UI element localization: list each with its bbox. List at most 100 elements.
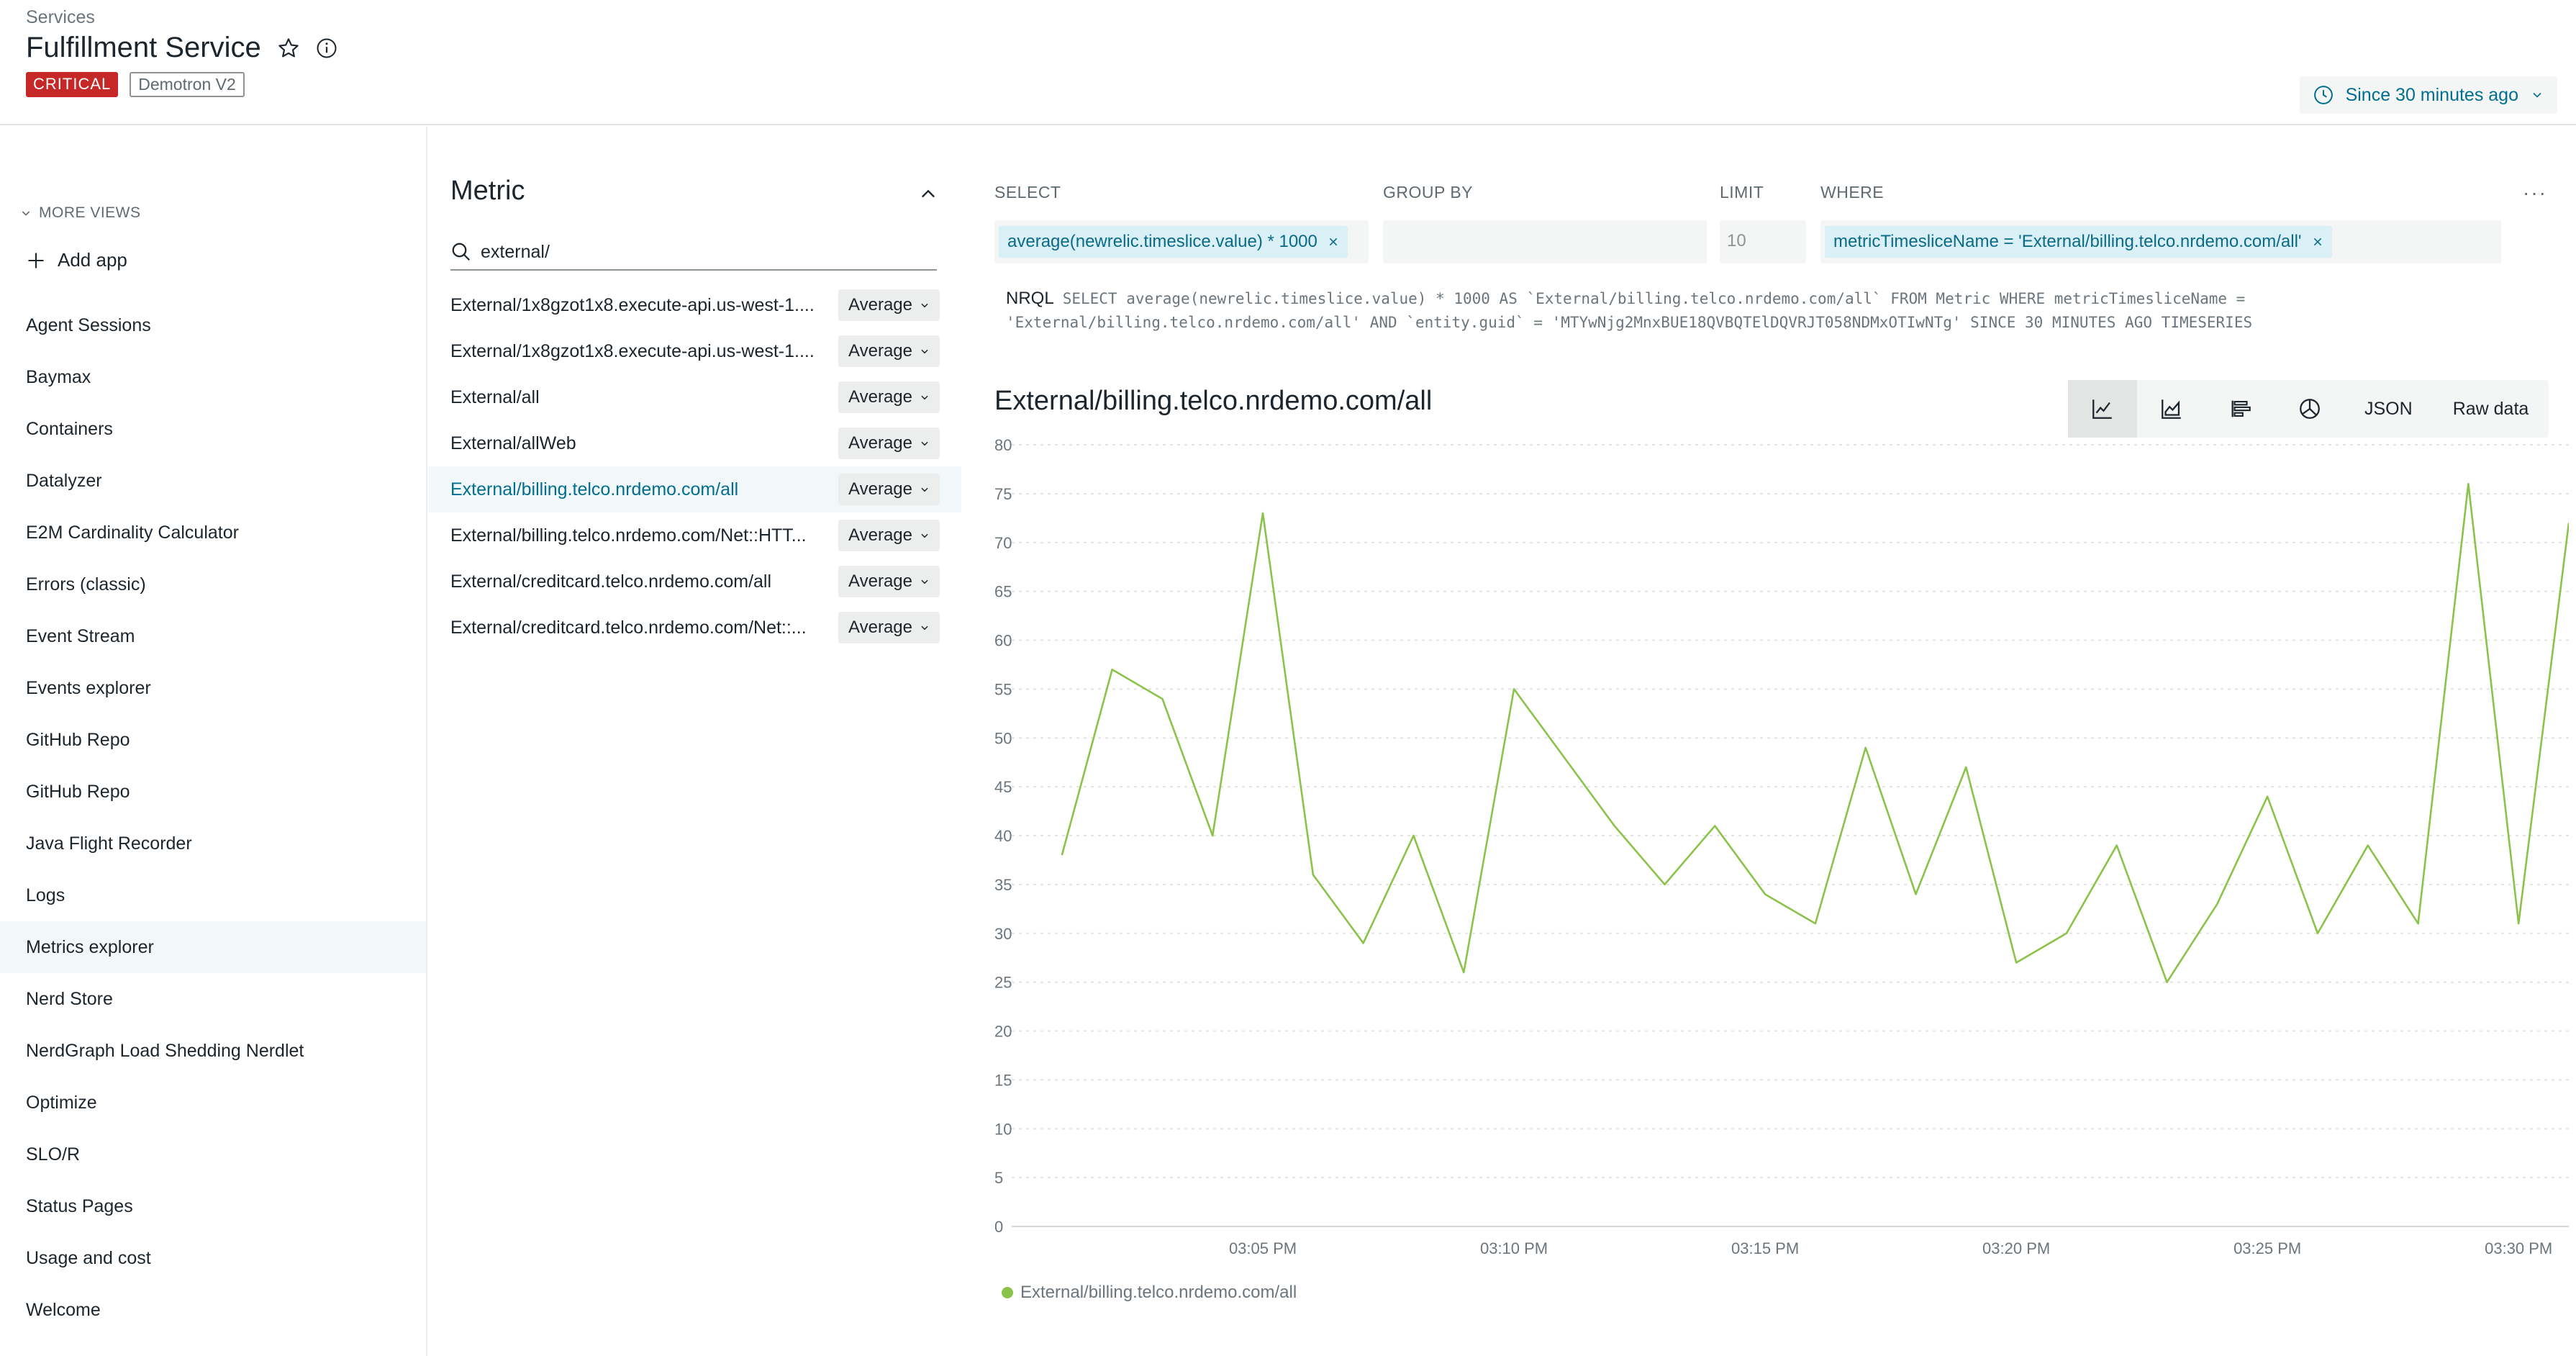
group-by-field[interactable]: [1383, 220, 1707, 263]
badge-row: CRITICAL Demotron V2: [26, 72, 245, 97]
sidebar-item[interactable]: Status Pages: [0, 1180, 426, 1232]
sidebar-item[interactable]: Metrics explorer: [0, 921, 426, 973]
sidebar-item[interactable]: Agent Sessions: [0, 299, 426, 351]
aggregation-dropdown[interactable]: Average: [838, 335, 940, 367]
sidebar-item[interactable]: SLO/R: [0, 1129, 426, 1180]
aggregation-dropdown[interactable]: Average: [838, 428, 940, 459]
star-icon[interactable]: [277, 37, 300, 60]
aggregation-label: Average: [848, 433, 912, 453]
sidebar-item[interactable]: Errors (classic): [0, 559, 426, 610]
aggregation-label: Average: [848, 525, 912, 545]
chart-title: External/billing.telco.nrdemo.com/all: [994, 386, 1433, 416]
metric-name[interactable]: External/billing.telco.nrdemo.com/all: [450, 479, 825, 500]
bar-chart-icon: [2228, 397, 2253, 421]
metric-row[interactable]: External/creditcard.telco.nrdemo.com/Net…: [429, 605, 961, 651]
sidebar-item[interactable]: Usage and cost: [0, 1232, 426, 1284]
aggregation-dropdown[interactable]: Average: [838, 612, 940, 643]
sidebar-item[interactable]: Baymax: [0, 351, 426, 403]
sidebar-item[interactable]: E2M Cardinality Calculator: [0, 507, 426, 559]
data-point: [1962, 764, 1969, 771]
metric-name[interactable]: External/all: [450, 387, 825, 408]
data-point: [1109, 666, 1116, 673]
sidebar-item[interactable]: Containers: [0, 403, 426, 455]
metric-search-input[interactable]: [481, 241, 912, 263]
time-picker-button[interactable]: Since 30 minutes ago: [2299, 76, 2557, 114]
line-chart[interactable]: 0 5 10 15 20 25 30 35 40 45 50 55 60 65 70 75 80 03:05 PM…: [986, 432, 2569, 1267]
data-point: [1209, 832, 1216, 839]
close-icon[interactable]: [2312, 236, 2323, 248]
aggregation-label: Average: [848, 479, 912, 499]
sidebar-item[interactable]: Events explorer: [0, 662, 426, 714]
json-button[interactable]: JSON: [2344, 380, 2433, 438]
area-chart-icon: [2159, 397, 2184, 421]
chart-legend[interactable]: External/billing.telco.nrdemo.com/all: [1002, 1283, 1297, 1303]
aggregation-dropdown[interactable]: Average: [838, 289, 940, 321]
sidebar-item[interactable]: Logs: [0, 869, 426, 921]
sidebar-item[interactable]: Nerd Store: [0, 973, 426, 1025]
sidebar-item[interactable]: Welcome: [0, 1284, 426, 1336]
close-icon[interactable]: [1328, 236, 1339, 248]
line-chart-button[interactable]: [2068, 380, 2137, 438]
series-line[interactable]: [1061, 483, 2569, 983]
aggregation-dropdown[interactable]: Average: [838, 381, 940, 413]
bar-chart-button[interactable]: [2206, 380, 2275, 438]
chart-type-switcher: JSON Raw data: [2068, 380, 2549, 438]
data-point: [1510, 685, 1518, 692]
metric-row[interactable]: External/creditcard.telco.nrdemo.com/all…: [429, 559, 961, 605]
data-point: [2364, 842, 2372, 849]
page-title: Fulfillment Service: [26, 32, 261, 63]
aggregation-label: Average: [848, 618, 912, 637]
sidebar-item[interactable]: GitHub Repo: [0, 714, 426, 766]
raw-data-button[interactable]: Raw data: [2433, 380, 2549, 438]
y-tick-label: 45: [994, 778, 1012, 796]
area-chart-button[interactable]: [2137, 380, 2206, 438]
metric-name[interactable]: External/1x8gzot1x8.execute-api.us-west-…: [450, 295, 825, 316]
more-views-toggle[interactable]: MORE VIEWS: [20, 204, 141, 222]
metric-panel: Metric External/1x8gzot1x8.execute-api.u…: [429, 127, 961, 1356]
more-options-icon[interactable]: ···: [2523, 181, 2547, 204]
pie-chart-button[interactable]: [2275, 380, 2344, 438]
metric-row[interactable]: External/allWeb Average: [429, 420, 961, 466]
sidebar-item[interactable]: NerdGraph Load Shedding Nerdlet: [0, 1025, 426, 1077]
select-field[interactable]: average(newrelic.timeslice.value) * 1000: [994, 220, 1369, 263]
sidebar-item[interactable]: GitHub Repo: [0, 766, 426, 818]
metric-list: External/1x8gzot1x8.execute-api.us-west-…: [429, 282, 961, 651]
aggregation-dropdown[interactable]: Average: [838, 566, 940, 597]
metric-row[interactable]: External/billing.telco.nrdemo.com/all Ave…: [429, 466, 961, 512]
data-point: [1158, 695, 1166, 702]
info-icon[interactable]: [316, 37, 337, 59]
metric-name[interactable]: External/allWeb: [450, 433, 825, 454]
where-field[interactable]: metricTimesliceName = 'External/billing.…: [1820, 220, 2501, 263]
search-icon: [450, 241, 472, 263]
select-label: SELECT: [994, 183, 1061, 202]
page-header: Services Fulfillment Service CRITICAL De…: [0, 0, 2576, 125]
where-chip[interactable]: metricTimesliceName = 'External/billing.…: [1825, 226, 2332, 258]
metric-search: [450, 235, 937, 271]
y-tick-label: 20: [994, 1023, 1012, 1041]
metric-row[interactable]: External/billing.telco.nrdemo.com/Net::H…: [429, 512, 961, 559]
sidebar-item[interactable]: Datalyzer: [0, 455, 426, 507]
limit-field[interactable]: 10: [1720, 220, 1806, 263]
nrql-preview[interactable]: NRQL SELECT average(newrelic.timeslice.va…: [1006, 286, 2517, 335]
add-app-button[interactable]: Add app: [26, 249, 127, 271]
y-tick-label: 15: [994, 1071, 1012, 1089]
aggregation-dropdown[interactable]: Average: [838, 474, 940, 505]
metric-name[interactable]: External/billing.telco.nrdemo.com/Net::H…: [450, 525, 825, 546]
chevron-up-icon[interactable]: [918, 184, 938, 204]
metric-name[interactable]: External/creditcard.telco.nrdemo.com/Net…: [450, 618, 825, 638]
data-point: [1862, 744, 1869, 751]
sidebar-item[interactable]: Event Stream: [0, 610, 426, 662]
metric-row[interactable]: External/1x8gzot1x8.execute-api.us-west-…: [429, 282, 961, 328]
metric-row[interactable]: External/all Average: [429, 374, 961, 420]
metric-name[interactable]: External/creditcard.telco.nrdemo.com/all: [450, 571, 825, 592]
sidebar-item[interactable]: Java Flight Recorder: [0, 818, 426, 869]
breadcrumb[interactable]: Services: [26, 7, 95, 28]
sidebar-item[interactable]: Optimize: [0, 1077, 426, 1129]
sidebar-list: Agent Sessions Baymax Containers Datalyzer E…: [0, 299, 426, 1336]
y-tick-label: 0: [994, 1218, 1003, 1236]
metric-name[interactable]: External/1x8gzot1x8.execute-api.us-west-…: [450, 341, 825, 362]
data-point: [1711, 822, 1718, 829]
metric-row[interactable]: External/1x8gzot1x8.execute-api.us-west-…: [429, 328, 961, 374]
select-chip[interactable]: average(newrelic.timeslice.value) * 1000: [999, 226, 1348, 258]
aggregation-dropdown[interactable]: Average: [838, 520, 940, 551]
